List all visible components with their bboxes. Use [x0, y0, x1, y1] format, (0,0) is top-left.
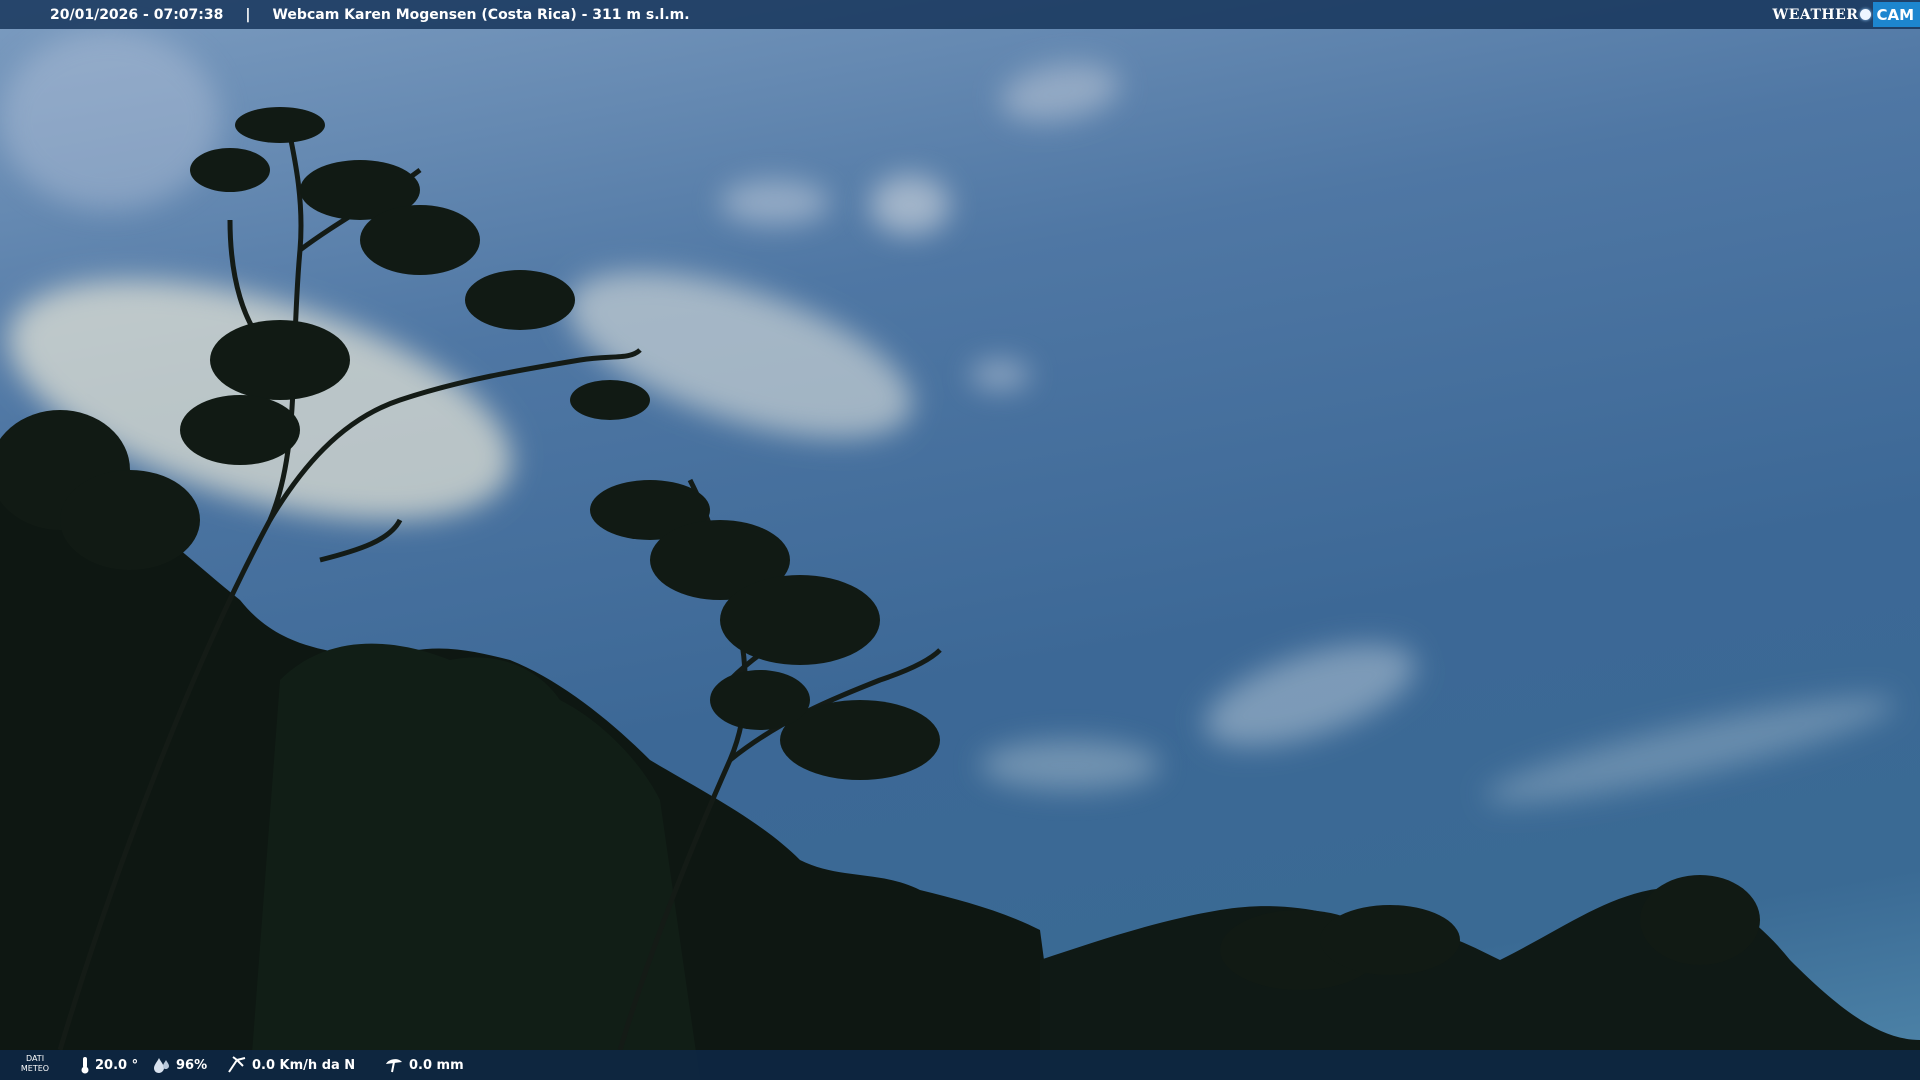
weathercam-logo: WEATHER CAM	[1773, 2, 1920, 27]
humidity-value: 96%	[176, 1057, 208, 1073]
weather-label-line2: METEO	[20, 1064, 50, 1073]
temperature-value: 20.0 °	[95, 1057, 139, 1073]
logo-word-weather: WEATHER	[1772, 6, 1859, 23]
wind-value: 0.0 Km/h da N	[252, 1057, 356, 1073]
top-info-bar: 20/01/2026 - 07:07:38 | Webcam Karen Mog…	[0, 0, 1920, 29]
capture-datetime: 20/01/2026 - 07:07:38	[50, 6, 224, 23]
logo-word-cam: CAM	[1873, 2, 1920, 27]
humidity-drop-icon	[154, 1058, 169, 1073]
vegetation-silhouette	[0, 107, 1920, 1080]
wind-icon	[228, 1056, 246, 1073]
temperature-reading: 20.0 °	[80, 1050, 138, 1080]
weather-data-label: DATI METEO	[20, 1054, 50, 1074]
rain-gauge-icon	[386, 1059, 402, 1073]
humidity-reading: 96%	[153, 1050, 207, 1080]
weather-label-line1: DATI	[25, 1054, 45, 1063]
rain-value: 0.0 mm	[409, 1057, 464, 1073]
wind-reading: 0.0 Km/h da N	[227, 1050, 355, 1080]
rain-reading: 0.0 mm	[384, 1050, 464, 1080]
weather-data-bar: DATI METEO 20.0 ° 96% 0.0 Km/h da N 0.0 …	[0, 1050, 1920, 1080]
header-separator: |	[245, 6, 251, 23]
webcam-title: Webcam Karen Mogensen (Costa Rica) - 311…	[272, 6, 690, 23]
thermometer-icon	[81, 1057, 89, 1074]
logo-dot-icon	[1860, 9, 1872, 20]
webcam-image	[0, 0, 1920, 1080]
